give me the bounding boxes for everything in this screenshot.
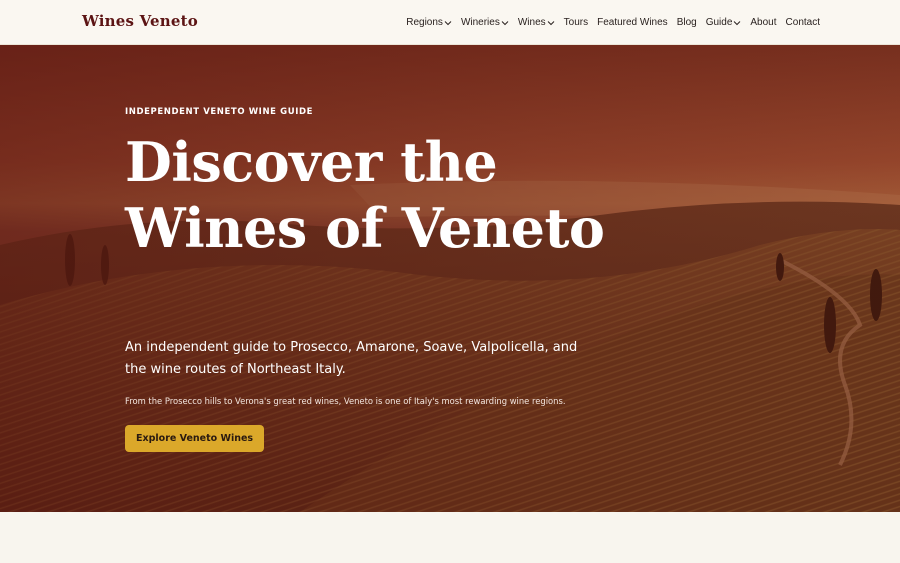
nav-about[interactable]: About — [750, 17, 776, 28]
hero-subhead: An independent guide to Prosecco, Amaron… — [125, 340, 578, 377]
nav-wineries[interactable]: Wineries — [461, 17, 509, 28]
hero-description: From the Prosecco hills to Verona's grea… — [125, 396, 566, 406]
nav-label: Blog — [676, 17, 697, 28]
hero-headline: Discover the Wines of Veneto — [125, 130, 605, 260]
chevron-down-icon — [501, 19, 509, 27]
nav-regions[interactable]: Regions — [406, 17, 452, 28]
nav-blog[interactable]: Blog — [677, 17, 697, 28]
nav-label: Featured Wines — [597, 17, 668, 28]
site-logo[interactable]: Wines Veneto — [82, 12, 198, 30]
nav-contact[interactable]: Contact — [786, 17, 820, 28]
chevron-down-icon — [444, 19, 452, 27]
page-body — [0, 512, 900, 563]
explore-wines-button[interactable]: Explore Veneto Wines — [125, 425, 265, 452]
nav-label: Wines — [517, 17, 546, 28]
nav-tours[interactable]: Tours — [564, 17, 588, 28]
nav-wines[interactable]: Wines — [518, 17, 555, 28]
chevron-down-icon — [733, 19, 741, 27]
nav-featured-wines[interactable]: Featured Wines — [597, 17, 668, 28]
nav-label: Guide — [705, 17, 733, 28]
site-header: Wines Veneto Regions Wineries Wines Tour… — [0, 0, 900, 45]
hero-eyebrow: INDEPENDENT VENETO WINE GUIDE — [125, 107, 314, 117]
nav-label: Contact — [785, 17, 820, 28]
chevron-down-icon — [547, 19, 555, 27]
nav-label: Regions — [406, 17, 443, 28]
nav-guide[interactable]: Guide — [706, 17, 742, 28]
main-nav: Regions Wineries Wines Tours Featured Wi… — [397, 0, 820, 45]
nav-label: About — [750, 17, 777, 28]
hero-section: INDEPENDENT VENETO WINE GUIDE Discover t… — [0, 45, 900, 512]
nav-label: Wineries — [460, 17, 500, 28]
nav-label: Tours — [563, 17, 589, 28]
